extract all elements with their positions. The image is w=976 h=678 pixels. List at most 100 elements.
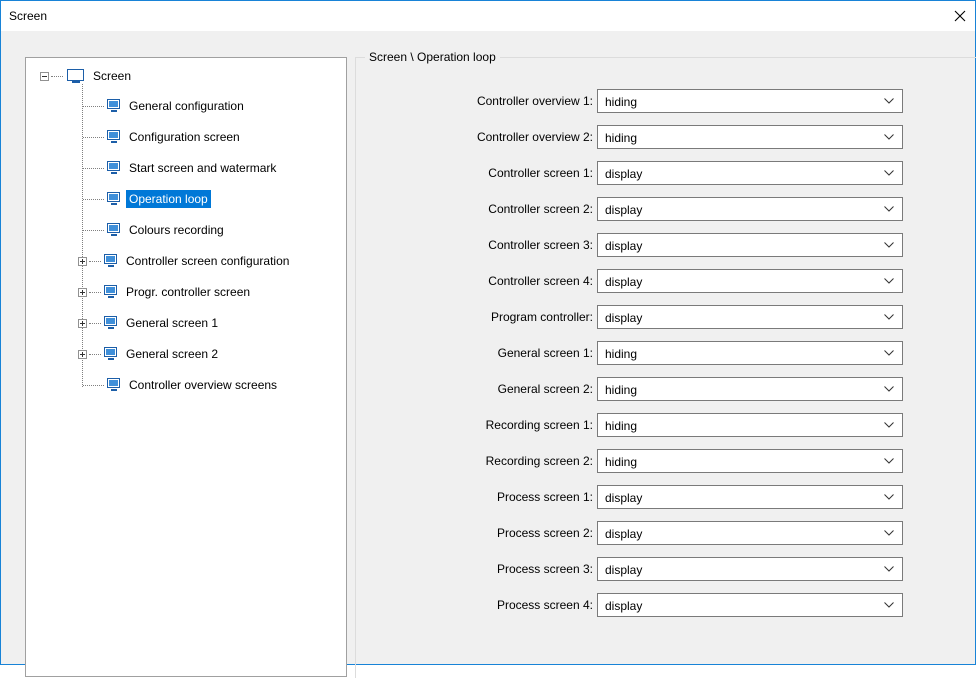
dropdown-value: hiding: [605, 131, 638, 145]
window-title: Screen: [9, 9, 48, 23]
chevron-down-icon: [884, 602, 894, 608]
overview-monitor-icon: [106, 377, 122, 393]
tree-item[interactable]: General screen 2: [26, 343, 221, 365]
tree-item-label: General screen 2: [126, 347, 219, 361]
chevron-down-icon: [884, 494, 894, 500]
expand-icon[interactable]: [78, 256, 87, 266]
tree-item[interactable]: Configuration screen: [26, 126, 243, 148]
setting-label: Controller screen 2:: [488, 202, 593, 216]
dropdown-value: display: [605, 275, 643, 289]
dialog-window: Screen Screen General configuration Confi…: [0, 0, 976, 678]
dropdown-value: display: [605, 491, 643, 505]
dropdown-value: hiding: [605, 455, 638, 469]
dropdown-value: hiding: [605, 347, 638, 361]
setting-dropdown[interactable]: display: [597, 305, 903, 329]
expand-icon[interactable]: [78, 287, 87, 297]
setting-row: Controller overview 1: hiding: [355, 89, 905, 113]
setting-dropdown[interactable]: display: [597, 593, 903, 617]
tree-item-label: Progr. controller screen: [126, 285, 251, 299]
setting-dropdown[interactable]: display: [597, 521, 903, 545]
close-button[interactable]: [945, 1, 975, 31]
setting-row: Recording screen 1: hiding: [355, 413, 905, 437]
setting-row: Controller screen 2: display: [355, 197, 905, 221]
setting-dropdown[interactable]: hiding: [597, 125, 903, 149]
setting-label: Recording screen 1:: [485, 418, 593, 432]
setting-row: Controller screen 1: display: [355, 161, 905, 185]
setting-row: Process screen 2: display: [355, 521, 905, 545]
chart-monitor-icon: [103, 346, 119, 362]
expand-icon[interactable]: [78, 349, 87, 359]
setting-label: Process screen 3:: [496, 562, 593, 576]
setting-dropdown[interactable]: hiding: [597, 89, 903, 113]
chevron-down-icon: [884, 458, 894, 464]
chevron-down-icon: [884, 242, 894, 248]
chevron-down-icon: [884, 278, 894, 284]
chevron-down-icon: [884, 170, 894, 176]
tree-item[interactable]: General screen 1: [26, 312, 221, 334]
setting-dropdown[interactable]: display: [597, 557, 903, 581]
chart-monitor-icon: [103, 315, 119, 331]
tree-item[interactable]: General configuration: [26, 95, 247, 117]
setting-label: Controller screen 3:: [488, 238, 593, 252]
program-monitor-icon: [103, 284, 119, 300]
settings-group: [355, 57, 976, 678]
chevron-down-icon: [884, 314, 894, 320]
tree-item-label: Configuration screen: [129, 130, 240, 144]
setting-label: Recording screen 2:: [485, 454, 593, 468]
tree-item[interactable]: Progr. controller screen: [26, 281, 253, 303]
tree-item[interactable]: Operation loop: [26, 188, 211, 210]
tree-root-label: Screen: [93, 69, 132, 83]
tree-root-screen[interactable]: Screen: [40, 65, 134, 87]
setting-dropdown[interactable]: display: [597, 197, 903, 221]
setting-label: General screen 2:: [497, 382, 593, 396]
setting-label: General screen 1:: [497, 346, 593, 360]
setting-row: Process screen 3: display: [355, 557, 905, 581]
setting-row: Controller screen 4: display: [355, 269, 905, 293]
setting-label: Program controller:: [490, 310, 593, 324]
monitor-icon: [66, 68, 86, 84]
picture-monitor-icon: [106, 160, 122, 176]
setting-dropdown[interactable]: hiding: [597, 377, 903, 401]
setting-row: Recording screen 2: hiding: [355, 449, 905, 473]
dropdown-value: hiding: [605, 419, 638, 433]
setting-dropdown[interactable]: display: [597, 161, 903, 185]
tree-item[interactable]: Controller overview screens: [26, 374, 280, 396]
tree-item-label: General configuration: [129, 99, 244, 113]
dropdown-value: display: [605, 527, 643, 541]
tree-item[interactable]: Controller screen configuration: [26, 250, 292, 272]
setting-row: Process screen 1: display: [355, 485, 905, 509]
setting-dropdown[interactable]: hiding: [597, 341, 903, 365]
tree-item-label: Operation loop: [126, 190, 211, 208]
setting-label: Process screen 1:: [496, 490, 593, 504]
tree-item-label: Controller overview screens: [129, 378, 278, 392]
navigation-tree[interactable]: Screen General configuration Configuratio…: [25, 57, 347, 677]
collapse-icon[interactable]: [40, 71, 49, 81]
tree-item[interactable]: Colours recording: [26, 219, 227, 241]
grid-monitor-icon: [106, 129, 122, 145]
expand-icon[interactable]: [78, 318, 87, 328]
setting-label: Process screen 2:: [496, 526, 593, 540]
setting-label: Controller screen 4:: [488, 274, 593, 288]
dropdown-value: hiding: [605, 95, 638, 109]
dropdown-value: display: [605, 311, 643, 325]
tree-item[interactable]: Start screen and watermark: [26, 157, 279, 179]
setting-row: Controller screen 3: display: [355, 233, 905, 257]
setting-dropdown[interactable]: display: [597, 485, 903, 509]
setting-dropdown[interactable]: hiding: [597, 413, 903, 437]
setting-row: General screen 2: hiding: [355, 377, 905, 401]
setting-row: Process screen 4: display: [355, 593, 905, 617]
setting-row: Controller overview 2: hiding: [355, 125, 905, 149]
chevron-down-icon: [884, 206, 894, 212]
setting-dropdown[interactable]: display: [597, 269, 903, 293]
dropdown-value: hiding: [605, 383, 638, 397]
chevron-down-icon: [884, 134, 894, 140]
dropdown-value: display: [605, 599, 643, 613]
chevron-down-icon: [884, 350, 894, 356]
setting-dropdown[interactable]: hiding: [597, 449, 903, 473]
group-title: Screen \ Operation loop: [365, 50, 500, 64]
setting-dropdown[interactable]: display: [597, 233, 903, 257]
chevron-down-icon: [884, 566, 894, 572]
tree-item-label: Start screen and watermark: [129, 161, 277, 175]
setting-label: Process screen 4:: [496, 598, 593, 612]
setting-row: Program controller: display: [355, 305, 905, 329]
